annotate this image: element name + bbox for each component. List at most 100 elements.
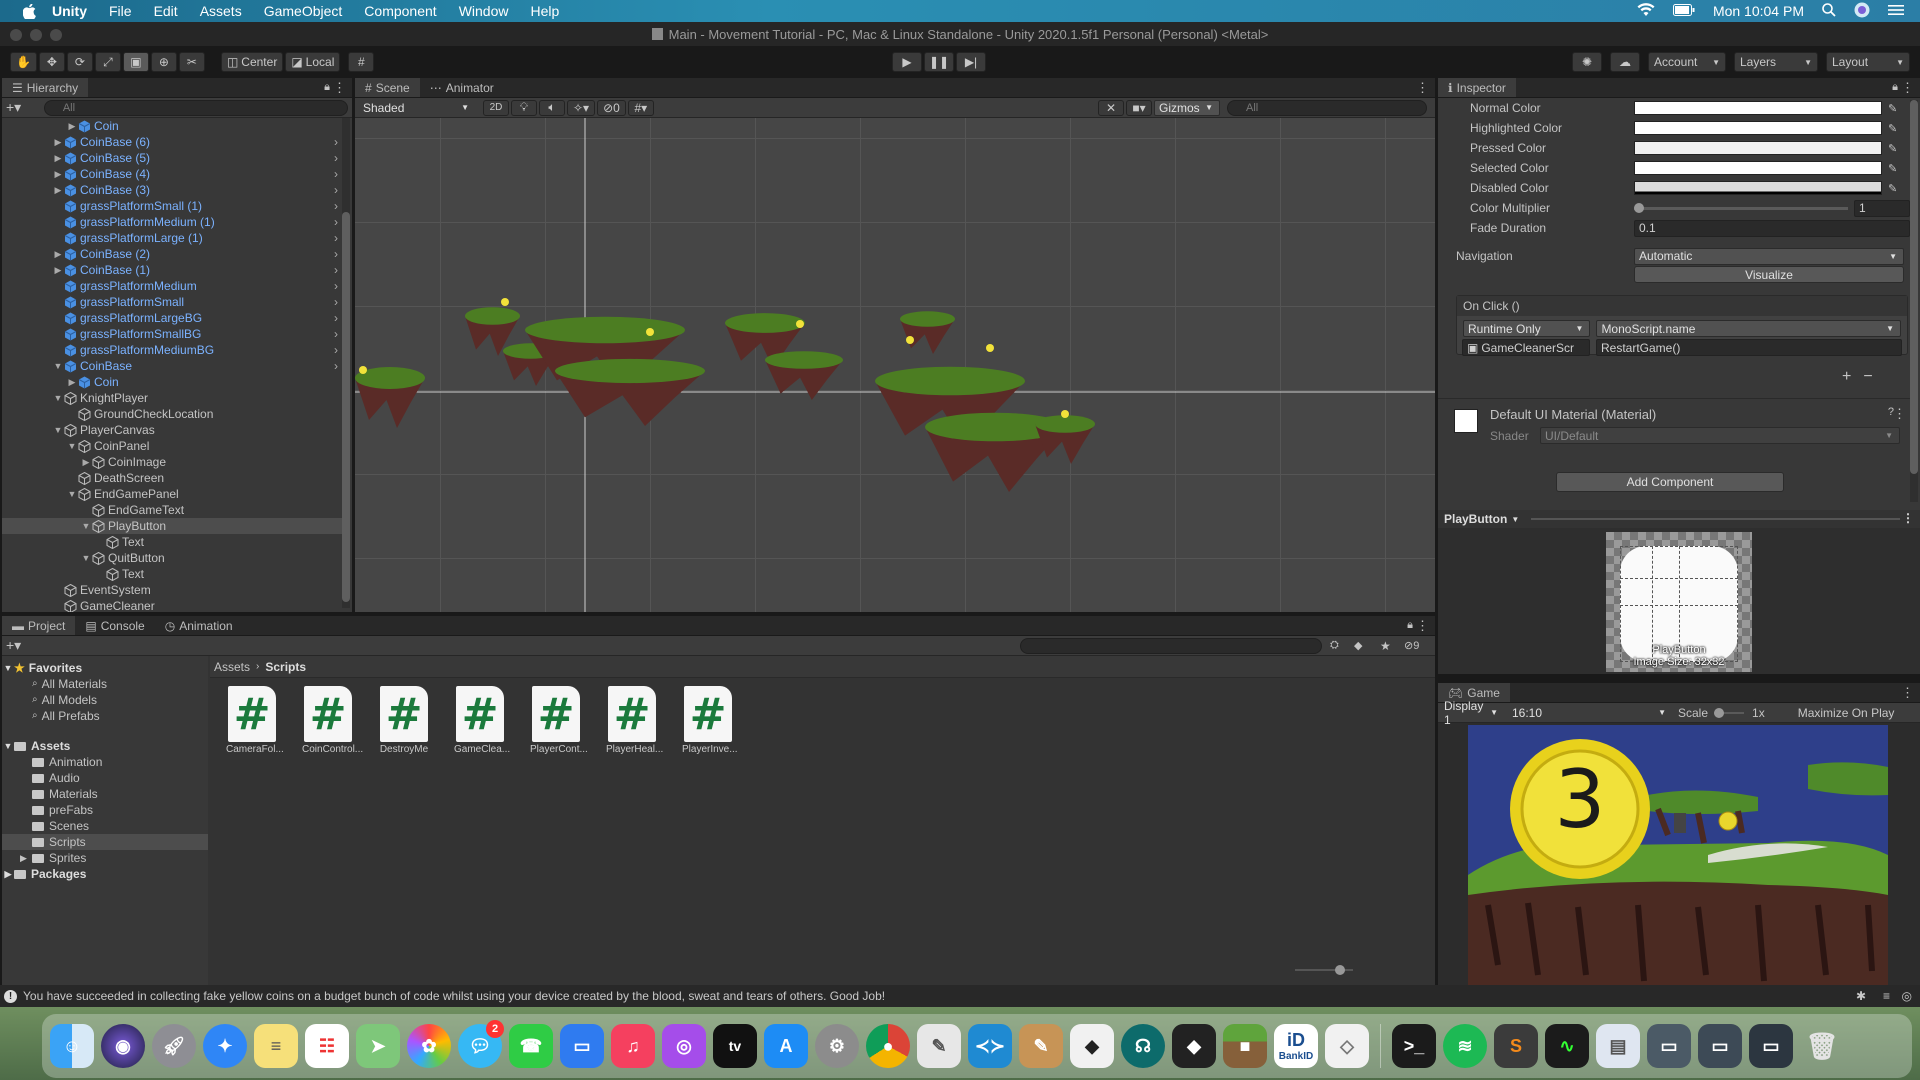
- siri-icon[interactable]: [1854, 2, 1870, 21]
- material-swatch[interactable]: [1454, 409, 1478, 433]
- color-field[interactable]: [1634, 161, 1882, 175]
- hidden-objects-toggle[interactable]: ⊘ 0: [597, 99, 626, 116]
- hierarchy-item[interactable]: ▼ KnightPlayer: [2, 390, 342, 406]
- favorites-header[interactable]: ▼ ★ Favorites: [2, 660, 208, 676]
- favorite-item[interactable]: ⌕ All Models: [2, 692, 208, 708]
- color-field[interactable]: [1634, 121, 1882, 135]
- hierarchy-item[interactable]: ▼ EndGamePanel: [2, 486, 342, 502]
- hierarchy-item[interactable]: ▶ CoinBase (6) ›: [2, 134, 342, 150]
- aspect-dropdown[interactable]: 16:10 ▼: [1508, 704, 1672, 721]
- music-icon[interactable]: ♫: [611, 1024, 655, 1068]
- chevron-right-icon[interactable]: ›: [334, 278, 338, 294]
- hierarchy-item[interactable]: ▼ CoinPanel: [2, 438, 342, 454]
- audio-toggle[interactable]: 🔈︎: [539, 99, 565, 116]
- recent-window-3-icon[interactable]: ▭: [1749, 1024, 1793, 1068]
- eyedropper-icon[interactable]: ✎: [1888, 182, 1897, 195]
- recent-window-icon[interactable]: ▭: [1647, 1024, 1691, 1068]
- maps-icon[interactable]: ➤: [356, 1024, 400, 1068]
- collab-button[interactable]: ✺: [1572, 52, 1602, 72]
- apple-tv-icon[interactable]: tv: [713, 1024, 757, 1068]
- search-by-type-icon[interactable]: ⛭: [1330, 639, 1339, 652]
- chevron-right-icon[interactable]: ›: [334, 358, 338, 374]
- shading-mode-dropdown[interactable]: Shaded ▼: [359, 99, 475, 116]
- expand-arrow-icon[interactable]: ▼: [52, 422, 64, 438]
- tab-console[interactable]: ▤ Console: [75, 616, 154, 635]
- system-preferences-icon[interactable]: ⚙: [815, 1024, 859, 1068]
- fade-duration-field[interactable]: 0.1: [1634, 219, 1910, 237]
- color-multiplier-field[interactable]: 1: [1854, 199, 1910, 217]
- add-object-button[interactable]: +▾: [6, 99, 30, 116]
- control-center-icon[interactable]: [1888, 3, 1904, 19]
- scroll-thumb[interactable]: [1910, 100, 1918, 474]
- script-asset[interactable]: # DestroyMe: [378, 686, 430, 755]
- wifi-icon[interactable]: [1637, 3, 1655, 19]
- function-dropdown[interactable]: MonoScript.name ▼: [1596, 320, 1901, 337]
- folder-item[interactable]: Audio: [2, 770, 208, 786]
- zoom-slider[interactable]: [1295, 965, 1353, 975]
- account-dropdown[interactable]: Account ▼: [1648, 52, 1726, 72]
- eyedropper-icon[interactable]: ✎: [1888, 102, 1897, 115]
- transform-tool-button[interactable]: ⊕: [150, 52, 177, 72]
- expand-arrow-icon[interactable]: ▶: [52, 182, 64, 198]
- chevron-right-icon[interactable]: ›: [334, 198, 338, 214]
- hierarchy-item[interactable]: grassPlatformSmall ›: [2, 294, 342, 310]
- menu-gameobject[interactable]: GameObject: [264, 3, 343, 19]
- color-field[interactable]: [1634, 181, 1882, 195]
- tools-toggle[interactable]: ✕: [1098, 99, 1124, 116]
- hierarchy-item[interactable]: grassPlatformMediumBG ›: [2, 342, 342, 358]
- vscode-icon[interactable]: ≺≻: [968, 1024, 1012, 1068]
- hierarchy-item[interactable]: Text: [2, 566, 342, 582]
- close-window-button[interactable]: [10, 29, 22, 41]
- color-field[interactable]: [1634, 141, 1882, 155]
- tab-hierarchy[interactable]: ☰ Hierarchy: [2, 78, 89, 97]
- script-asset[interactable]: # GameClea...: [454, 686, 510, 755]
- tab-scene[interactable]: # Scene: [355, 78, 420, 97]
- folder-item[interactable]: ▶ Sprites: [2, 850, 208, 866]
- hierarchy-item[interactable]: GameCleaner: [2, 598, 342, 612]
- chevron-right-icon[interactable]: ›: [334, 294, 338, 310]
- tab-project[interactable]: ▬ Project: [2, 616, 76, 635]
- preview-icon[interactable]: ✎: [917, 1024, 961, 1068]
- expand-arrow-icon[interactable]: ▶: [52, 246, 64, 262]
- hierarchy-item[interactable]: EventSystem: [2, 582, 342, 598]
- expand-arrow-icon[interactable]: ▼: [52, 390, 64, 406]
- chevron-right-icon[interactable]: ›: [334, 166, 338, 182]
- remove-event-button[interactable]: −: [1863, 368, 1872, 386]
- target-object-field[interactable]: ▣ GameCleanerScr: [1462, 339, 1590, 356]
- assets-header[interactable]: ▼ Assets: [2, 738, 208, 754]
- collab-status-icon[interactable]: ◎: [1902, 989, 1912, 1003]
- navigation-dropdown[interactable]: Automatic ▼: [1634, 247, 1904, 265]
- hierarchy-item[interactable]: ▶ Coin: [2, 374, 342, 390]
- recent-window-2-icon[interactable]: ▭: [1698, 1024, 1742, 1068]
- pivot-local-button[interactable]: ◪ Local: [285, 52, 341, 72]
- siri-icon[interactable]: ◉: [101, 1024, 145, 1068]
- chevron-right-icon[interactable]: ›: [334, 342, 338, 358]
- keynote-icon[interactable]: ▭: [560, 1024, 604, 1068]
- hierarchy-item[interactable]: grassPlatformMedium ›: [2, 278, 342, 294]
- inspector-scrollbar[interactable]: [1910, 100, 1918, 502]
- expand-arrow-icon[interactable]: ▶: [52, 150, 64, 166]
- menu-help[interactable]: Help: [530, 3, 559, 19]
- menu-edit[interactable]: Edit: [154, 3, 178, 19]
- minimize-window-button[interactable]: [30, 29, 42, 41]
- hierarchy-item[interactable]: ▶ CoinBase (5) ›: [2, 150, 342, 166]
- chevron-right-icon[interactable]: ›: [334, 134, 338, 150]
- lock-icon[interactable]: 🔒︎: [324, 81, 330, 94]
- menu-component[interactable]: Component: [364, 3, 436, 19]
- kebab-menu-icon[interactable]: ⋮: [1893, 406, 1906, 422]
- expand-arrow-icon[interactable]: ▶: [20, 850, 32, 866]
- hierarchy-item[interactable]: ▶ Coin: [2, 118, 342, 134]
- chevron-right-icon[interactable]: ›: [334, 326, 338, 342]
- expand-arrow-icon[interactable]: ▼: [66, 438, 78, 454]
- menu-assets[interactable]: Assets: [200, 3, 242, 19]
- hierarchy-search-input[interactable]: All: [43, 99, 348, 116]
- trash-icon[interactable]: 🗑︎: [1800, 1024, 1844, 1068]
- hierarchy-item[interactable]: grassPlatformSmall (1) ›: [2, 198, 342, 214]
- battery-icon[interactable]: [1672, 3, 1695, 19]
- menu-file[interactable]: File: [109, 3, 132, 19]
- folder-item[interactable]: preFabs: [2, 802, 208, 818]
- rect-tool-button[interactable]: ▣: [122, 52, 149, 72]
- eyedropper-icon[interactable]: ✎: [1888, 142, 1897, 155]
- grid-dropdown[interactable]: #▾: [627, 99, 654, 116]
- reminders-icon[interactable]: ☷: [305, 1024, 349, 1068]
